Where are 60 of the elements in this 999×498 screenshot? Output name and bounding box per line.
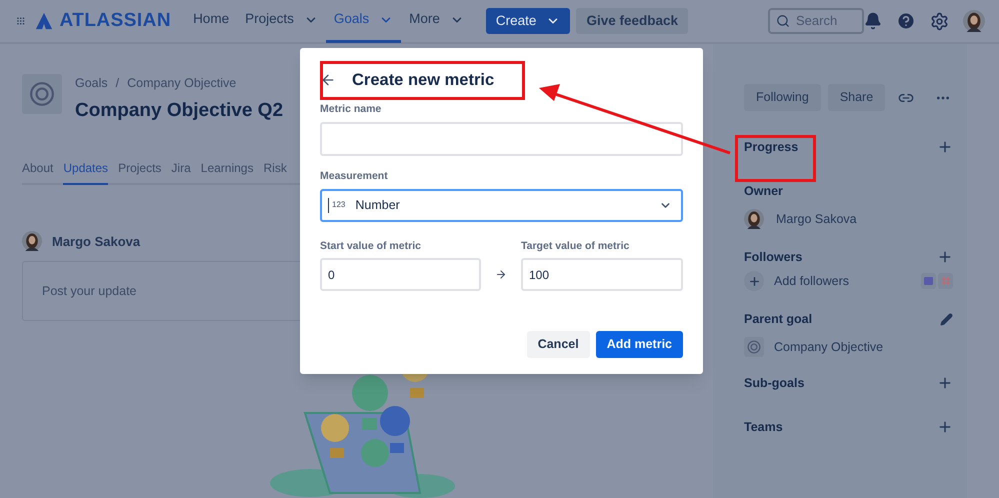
add-icon — [748, 274, 760, 288]
tab[interactable]: Jira — [171, 159, 191, 186]
breadcrumb-separator: / — [116, 75, 120, 92]
start-value-field[interactable]: 0 — [320, 258, 481, 292]
target-value-field[interactable]: 100 — [521, 258, 683, 292]
number-type-icon: 123 — [332, 199, 346, 211]
dialog-title: Create new metric — [352, 70, 494, 91]
breadcrumb-link[interactable]: Goals — [75, 74, 108, 93]
tab[interactable]: About — [22, 159, 54, 186]
settings-icon[interactable] — [930, 12, 949, 30]
nav-item[interactable]: Projects — [237, 0, 326, 43]
goal-icon — [744, 337, 764, 357]
goal-icon — [22, 74, 62, 114]
author-name: Margo Sakova — [52, 232, 140, 251]
search-field[interactable]: Search — [768, 8, 864, 34]
measurement-select[interactable]: 123 Number — [320, 188, 683, 222]
tab[interactable]: Learnings — [200, 159, 254, 186]
add-icon[interactable] — [937, 139, 953, 155]
parent-goal-link[interactable]: Company Objective — [774, 338, 884, 356]
logo-icon — [35, 12, 54, 30]
add-icon[interactable] — [937, 375, 953, 391]
nav-item[interactable]: Home — [185, 0, 238, 43]
field-label: Metric name — [320, 102, 382, 117]
breadcrumb-link[interactable]: Company Objective — [127, 74, 236, 93]
field-label: Start value of metric — [320, 238, 422, 254]
logo-text: ATLASSIAN — [59, 8, 172, 33]
add-icon[interactable] — [937, 419, 953, 435]
nav-item[interactable]: Goals — [326, 0, 402, 43]
section-title: Sub-goals — [744, 374, 804, 392]
sidebar-button[interactable]: Following — [744, 84, 821, 111]
field-label: Target value of metric — [521, 238, 630, 254]
avatar-icon — [963, 10, 985, 32]
section-title: Teams — [744, 418, 783, 436]
add-metric-button[interactable]: Add metric — [596, 331, 683, 358]
update-placeholder: Post your update — [42, 282, 137, 300]
section-title: Progress — [744, 138, 798, 156]
cancel-button[interactable]: Cancel — [526, 331, 590, 358]
add-icon[interactable] — [937, 249, 953, 265]
section-title: Owner — [744, 182, 783, 200]
owner-name: Margo Sakova — [776, 210, 857, 228]
edit-icon[interactable] — [940, 312, 953, 326]
back-icon[interactable] — [320, 72, 336, 88]
notifications-icon[interactable] — [864, 12, 882, 30]
search-icon — [776, 14, 790, 28]
tab[interactable]: Projects — [118, 159, 162, 186]
feedback-button[interactable]: Give feedback — [576, 8, 688, 34]
help-icon[interactable] — [896, 11, 916, 31]
nav-item[interactable]: More — [401, 0, 472, 43]
tab[interactable]: Risk — [263, 159, 287, 186]
create-button[interactable]: Create — [486, 8, 570, 34]
tab[interactable]: Updates — [63, 159, 108, 186]
section-title: Followers — [744, 248, 802, 266]
add-followers-button[interactable]: Add followers — [744, 271, 850, 291]
avatar-icon — [22, 231, 42, 252]
sidebar-button[interactable]: Share — [828, 84, 886, 111]
section-title: Parent goal — [744, 310, 812, 328]
avatar-icon — [744, 209, 764, 229]
metric-name-field[interactable] — [320, 122, 683, 156]
field-label: Measurement — [320, 168, 389, 184]
goal-title: Company Objective Q2 — [75, 98, 284, 123]
